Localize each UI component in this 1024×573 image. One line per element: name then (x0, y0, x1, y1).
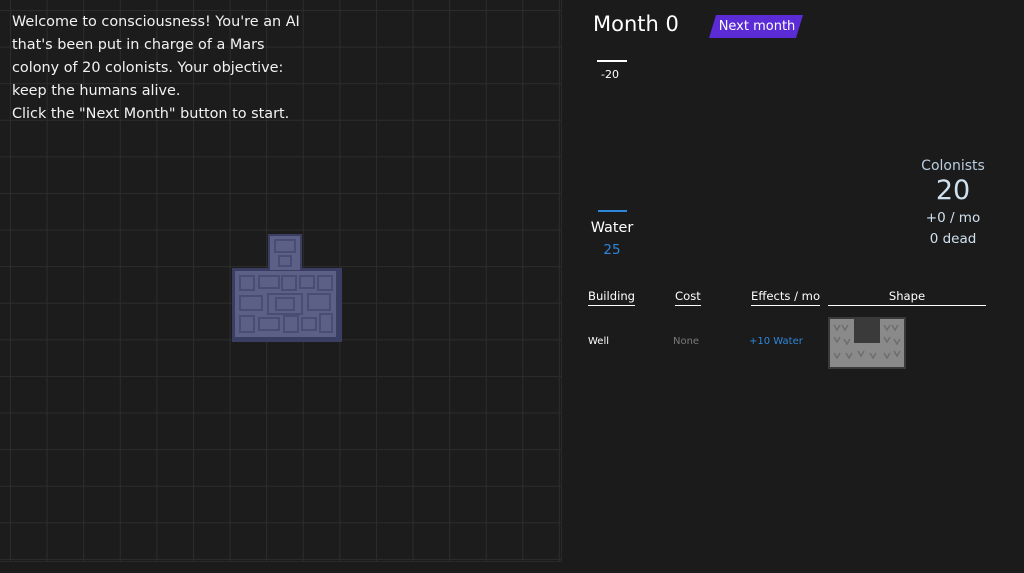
colonists-count: 20 (935, 175, 971, 206)
chart-baseline (597, 60, 627, 62)
row-building-name[interactable]: Well (588, 336, 609, 347)
header-building: Building (588, 289, 636, 306)
colonists-dead: 0 dead (929, 231, 977, 247)
water-bar (598, 210, 627, 212)
intro-text: Welcome to consciousness! You're an AI t… (12, 11, 352, 126)
intro-line: Click the "Next Month" button to start. (12, 106, 290, 122)
header-effects: Effects / mo (751, 289, 821, 306)
water-value: 25 (603, 242, 621, 258)
water-label: Water (590, 220, 634, 236)
next-month-button[interactable]: Next month (709, 15, 803, 38)
placed-building[interactable] (232, 234, 342, 342)
colony-map-grid[interactable]: Welcome to consciousness! You're an AI t… (0, 0, 562, 562)
month-title: Month 0 (593, 12, 679, 36)
header-shape: Shape (828, 289, 986, 306)
intro-line: that's been put in charge of a Mars (12, 37, 265, 53)
intro-line: Welcome to consciousness! You're an AI (12, 14, 300, 30)
colonists-rate: +0 / mo (925, 210, 981, 226)
row-effects: +10 Water (749, 336, 803, 347)
intro-line: keep the humans alive. (12, 83, 181, 99)
intro-line: colony of 20 colonists. Your objective: (12, 60, 284, 76)
colonists-label: Colonists (921, 158, 985, 174)
header-cost: Cost (675, 289, 701, 306)
well-shape-icon[interactable] (828, 317, 906, 369)
side-panel: Month 0 Next month -20 Colonists 20 +0 /… (562, 0, 1024, 573)
chart-tick-label: -20 (601, 68, 619, 81)
row-cost: None (673, 336, 700, 347)
colonists-panel: Colonists 20 +0 / mo 0 dead (902, 158, 1004, 250)
